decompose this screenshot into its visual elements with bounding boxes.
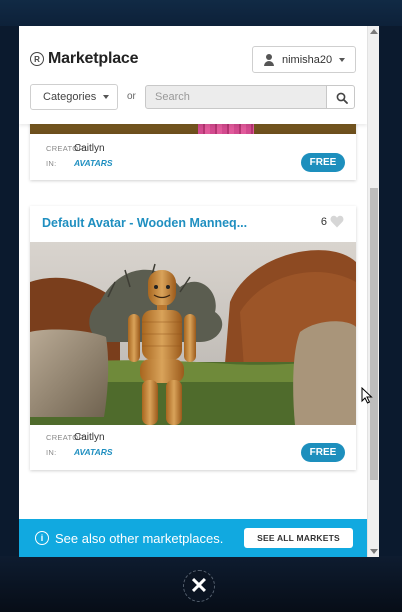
see-all-markets-button[interactable]: SEE ALL MARKETS: [244, 528, 353, 548]
marketplace-header: R Marketplace nimisha20 Categories or: [19, 26, 367, 124]
listing-image[interactable]: [30, 242, 356, 425]
search-input[interactable]: [145, 85, 327, 109]
wooden-mannequin-image: [30, 242, 356, 425]
marketplace-panel: CREATOR: Caitlyn IN: AVATARS FREE Defaul…: [19, 26, 379, 557]
category-key: IN:: [46, 159, 57, 168]
banner-text: See also other marketplaces.: [55, 531, 224, 546]
close-button[interactable]: ✕: [183, 570, 215, 602]
info-icon: i: [35, 531, 49, 545]
scroll-up-arrow-icon[interactable]: [370, 29, 378, 34]
scrollbar[interactable]: [367, 26, 379, 557]
category-key: IN:: [46, 448, 57, 457]
categories-label: Categories: [43, 91, 97, 103]
scroll-down-arrow-icon[interactable]: [370, 549, 378, 554]
creator-key: CREATOR:: [46, 144, 87, 153]
likes[interactable]: 6: [321, 215, 344, 228]
user-icon: [263, 53, 275, 66]
listing-meta: CREATOR: Caitlyn IN: AVATARS: [46, 432, 113, 462]
other-marketplaces-banner: i See also other marketplaces. SEE ALL M…: [19, 519, 367, 557]
listing-title[interactable]: Default Avatar - Wooden Manneq...: [42, 216, 247, 230]
creator-name[interactable]: Caitlyn: [74, 432, 105, 443]
user-menu-button[interactable]: nimisha20: [252, 46, 356, 73]
likes-count: 6: [320, 215, 327, 228]
search-button[interactable]: [326, 85, 355, 109]
chevron-down-icon: [339, 57, 346, 62]
listing-meta: CREATOR: Caitlyn IN: AVATARS: [46, 143, 113, 173]
category-link[interactable]: AVATARS: [74, 158, 113, 168]
or-label: or: [127, 91, 136, 102]
close-icon: ✕: [189, 573, 209, 598]
categories-dropdown[interactable]: Categories: [30, 84, 118, 110]
creator-key: CREATOR:: [46, 433, 87, 442]
marketplace-content: CREATOR: Caitlyn IN: AVATARS FREE Defaul…: [19, 26, 367, 557]
creator-name[interactable]: Caitlyn: [74, 143, 105, 154]
logo-icon: R: [30, 52, 44, 66]
listing-card[interactable]: Default Avatar - Wooden Manneq... 6 CREA…: [30, 206, 356, 470]
chevron-down-icon: [103, 95, 110, 99]
window-top-background: [0, 0, 402, 26]
free-button[interactable]: FREE: [301, 153, 345, 172]
heart-icon[interactable]: [330, 215, 344, 228]
page-title: Marketplace: [48, 50, 139, 67]
free-button[interactable]: FREE: [301, 443, 345, 462]
user-name: nimisha20: [282, 53, 333, 66]
marketplace-logo: R Marketplace: [30, 50, 138, 68]
search-icon: [336, 92, 348, 104]
mouse-cursor-icon: [361, 387, 373, 404]
category-link[interactable]: AVATARS: [74, 447, 113, 457]
scroll-thumb[interactable]: [370, 188, 378, 480]
